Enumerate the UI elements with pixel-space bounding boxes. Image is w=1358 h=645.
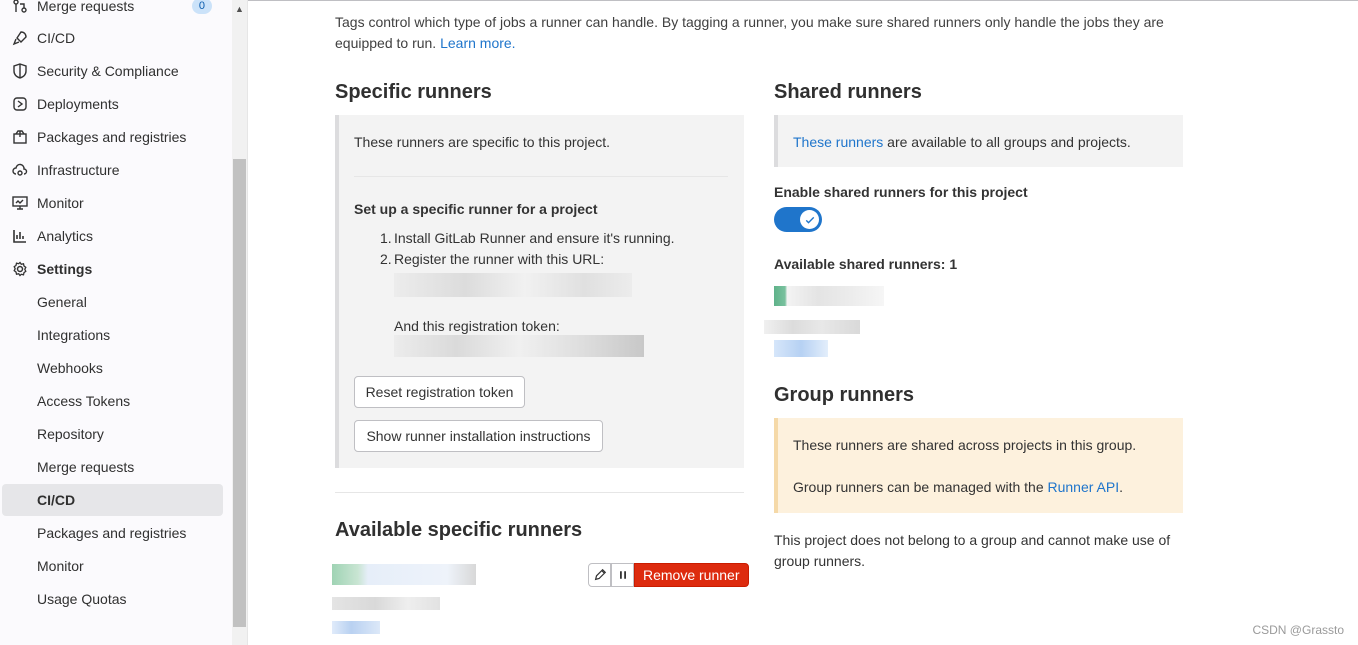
settings-access-tokens[interactable]: Access Tokens [0,385,224,417]
sidebar-item-packages[interactable]: Packages and registries [0,121,224,153]
group-api-suffix: . [1119,479,1123,495]
divider [354,176,728,177]
shared-runners-heading: Shared runners [774,81,922,103]
merge-request-icon [12,0,28,14]
main-content: Tags control which type of jobs a runner… [248,0,1358,645]
sidebar-scroll-thumb[interactable] [233,159,246,627]
specific-runners-desc: These runners are specific to this proje… [354,134,611,150]
sidebar-item-merge-requests[interactable]: Merge requests 0 [0,0,224,22]
settings-integrations[interactable]: Integrations [0,319,224,351]
step-1-number: 1. [380,230,392,246]
sidebar-item-label: Security & Compliance [37,63,179,79]
sidebar-item-settings[interactable]: Settings [0,253,224,285]
sidebar-item-label: Monitor [37,195,84,211]
install-runner-link[interactable]: Install GitLab Runner and ensure it's ru… [394,230,675,246]
specific-runners-box: These runners are specific to this proje… [335,115,744,468]
top-border [248,0,1358,1]
watermark: CSDN @Grassto [1252,623,1344,637]
show-instructions-button[interactable]: Show runner installation instructions [354,420,603,452]
group-runners-desc: These runners are shared across projects… [793,437,1137,453]
sidebar-item-infrastructure[interactable]: Infrastructure [0,154,224,186]
redacted-shared-runner-desc [764,320,860,334]
redacted-runner-name [332,564,476,585]
edit-runner-button[interactable] [588,563,611,587]
group-api-prefix: Group runners can be managed with the [793,479,1048,495]
token-label: And this registration token: [394,318,560,334]
package-icon [12,129,28,145]
runner-actions: Remove runner [588,563,749,587]
settings-usage-quotas[interactable]: Usage Quotas [0,583,224,615]
pause-runner-button[interactable] [611,563,634,587]
redacted-shared-runner-name [774,286,884,306]
sidebar-item-cicd[interactable]: CI/CD [0,22,224,54]
left-sidebar: Merge requests 0 CI/CD Security & Compli… [0,0,248,645]
redacted-token [394,335,644,357]
group-runners-heading: Group runners [774,384,915,406]
enable-shared-toggle[interactable] [774,207,822,232]
sidebar-item-deployments[interactable]: Deployments [0,88,224,120]
settings-merge-requests[interactable]: Merge requests [0,451,224,483]
runner-api-link[interactable]: Runner API [1048,479,1120,495]
group-runners-note: This project does not belong to a group … [774,532,1171,569]
sidebar-item-label: Packages and registries [37,129,187,145]
settings-webhooks[interactable]: Webhooks [0,352,224,384]
scroll-up-arrow-icon[interactable]: ▲ [234,4,245,14]
sidebar-item-label: Infrastructure [37,162,120,178]
section-divider [335,492,744,493]
pencil-icon [594,568,606,581]
these-runners-link[interactable]: These runners [793,134,883,150]
settings-icon [12,261,28,277]
shield-icon [12,63,28,79]
group-runners-box: These runners are shared across projects… [774,418,1183,513]
shared-runners-desc: These runners are available to all group… [793,134,1131,150]
chart-icon [12,228,28,244]
settings-monitor[interactable]: Monitor [0,550,224,582]
settings-cicd[interactable]: CI/CD [2,484,223,516]
count-badge: 0 [191,0,212,14]
sidebar-item-label: Deployments [37,96,119,112]
toggle-knob [800,210,819,229]
reset-token-button[interactable]: Reset registration token [354,376,525,408]
register-url-label: Register the runner with this URL: [394,251,605,267]
check-icon [805,216,814,224]
pause-icon [619,571,626,579]
redacted-runner-tag [332,621,380,634]
redacted-runner-desc [332,597,440,610]
sidebar-item-label: Settings [37,261,93,277]
sidebar-item-analytics[interactable]: Analytics [0,220,224,252]
sidebar-item-security[interactable]: Security & Compliance [0,55,224,87]
settings-packages[interactable]: Packages and registries [0,517,224,549]
shared-desc-text: are available to all groups and projects… [883,134,1131,150]
group-runners-api-text: Group runners can be managed with the Ru… [793,479,1123,495]
deployments-icon [12,96,28,112]
settings-repository[interactable]: Repository [0,418,224,450]
setup-heading: Set up a specific runner for a project [354,201,598,217]
rocket-icon [12,30,28,46]
sidebar-item-label: Analytics [37,228,94,244]
sidebar-item-monitor[interactable]: Monitor [0,187,224,219]
intro-text: Tags control which type of jobs a runner… [335,12,1175,54]
specific-runners-heading: Specific runners [335,81,492,103]
cloud-gear-icon [12,162,28,178]
redacted-url [394,273,632,297]
sidebar-item-label: Merge requests [37,0,135,14]
available-shared-count: Available shared runners: 1 [774,256,958,272]
available-specific-heading: Available specific runners [335,519,583,541]
remove-runner-button[interactable]: Remove runner [634,563,749,587]
step-2-number: 2. [380,251,392,267]
learn-more-link[interactable]: Learn more. [440,35,515,51]
redacted-shared-runner-tag [774,340,828,357]
monitor-icon [12,195,28,211]
enable-shared-label: Enable shared runners for this project [774,184,1028,200]
shared-runners-box: These runners are available to all group… [774,115,1183,167]
sidebar-item-label: CI/CD [37,30,76,46]
settings-general[interactable]: General [0,286,224,318]
